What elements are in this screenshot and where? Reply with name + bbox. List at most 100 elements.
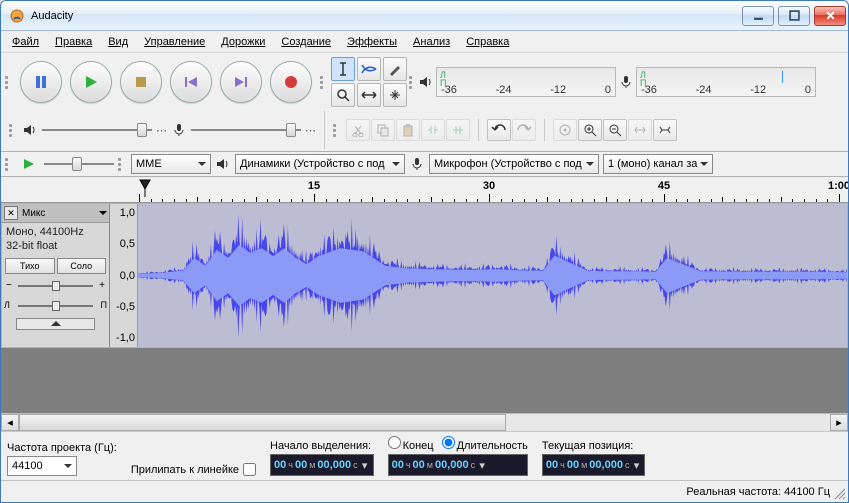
resize-grip[interactable]	[833, 487, 847, 501]
menu-file[interactable]: Файл	[5, 34, 46, 50]
skip-end-button[interactable]	[220, 61, 262, 103]
toolbar-row-1: Л П -36 -24 -12 0 Л П -36 -24 -12 0	[1, 53, 848, 152]
grip-mixer[interactable]	[9, 111, 15, 149]
snap-label: Прилипать к линейке	[131, 464, 239, 476]
audio-position-label: Текущая позиция:	[542, 440, 646, 452]
device-toolbar: MME Динамики (Устройство с под Микрофон …	[1, 152, 848, 177]
stop-button[interactable]	[120, 61, 162, 103]
grip-transcription[interactable]	[5, 154, 11, 174]
grip-transport[interactable]	[5, 55, 11, 109]
track-row: ✕ Микс Моно, 44100Hz 32-bit float Тихо С…	[1, 203, 848, 348]
track-pan-slider[interactable]: Л П	[8, 298, 103, 314]
grip-tools[interactable]	[320, 55, 326, 109]
paste-button[interactable]	[396, 119, 420, 141]
track-menu-button[interactable]	[99, 211, 107, 219]
copy-button[interactable]	[371, 119, 395, 141]
grip-meters[interactable]	[409, 55, 415, 109]
speaker-icon	[418, 74, 434, 90]
statusbar: Реальная частота: 44100 Гц	[1, 480, 848, 502]
maximize-button[interactable]	[778, 6, 810, 26]
draw-tool[interactable]	[383, 57, 407, 81]
hscroll-left[interactable]: ◂	[1, 414, 19, 431]
selection-length-radio[interactable]: Длительность	[442, 436, 528, 452]
menu-effect[interactable]: Эффекты	[340, 34, 404, 50]
trim-button[interactable]	[421, 119, 445, 141]
track-control-panel: ✕ Микс Моно, 44100Hz 32-bit float Тихо С…	[2, 204, 110, 347]
menu-generate[interactable]: Создание	[274, 34, 338, 50]
track-gain-slider[interactable]: − +	[8, 278, 103, 294]
timeline-ruler[interactable]: 1530451:00	[1, 177, 848, 203]
zoom-tool[interactable]	[331, 83, 355, 107]
skip-start-button[interactable]	[170, 61, 212, 103]
multi-tool[interactable]	[383, 83, 407, 107]
zoom-out-button[interactable]	[603, 119, 627, 141]
track-close-button[interactable]: ✕	[4, 206, 18, 220]
output-device-dropdown[interactable]: Динамики (Устройство с под	[235, 154, 405, 174]
close-button[interactable]	[814, 6, 846, 26]
play-at-speed-button[interactable]	[18, 155, 40, 173]
track-collapse-button[interactable]	[16, 318, 95, 330]
actual-rate-label: Реальная частота: 44100 Гц	[686, 486, 830, 498]
meter-peak-indicator	[782, 71, 783, 83]
menu-tracks[interactable]: Дорожки	[214, 34, 272, 50]
output-device-icon	[215, 156, 231, 172]
track-name[interactable]: Микс	[20, 208, 97, 219]
tools-toolbar	[329, 55, 409, 109]
output-volume-slider[interactable]	[42, 120, 152, 140]
fit-selection-button[interactable]	[628, 119, 652, 141]
tracks-empty-area[interactable]	[1, 348, 848, 413]
input-device-icon	[409, 156, 425, 172]
selection-start-timecode[interactable]: 00ч 00м 00,000с ▾	[270, 454, 374, 476]
waveform-display[interactable]	[138, 204, 847, 347]
menubar: Файл Правка Вид Управление Дорожки Созда…	[1, 31, 848, 53]
selection-tool[interactable]	[331, 57, 355, 81]
transport-toolbar	[14, 57, 320, 107]
audio-position-timecode[interactable]: 00ч 00м 00,000с ▾	[542, 454, 646, 476]
track-format-label: Моно, 44100Hz 32-bit float	[2, 223, 109, 256]
solo-button[interactable]: Соло	[57, 258, 107, 274]
input-channels-dropdown[interactable]: 1 (моно) канал за	[603, 154, 713, 174]
fit-project-button[interactable]	[653, 119, 677, 141]
pause-button[interactable]	[20, 61, 62, 103]
vertical-scale[interactable]: 1,0 0,5 0,0 -0,5 -1,0	[110, 204, 138, 347]
menu-edit[interactable]: Правка	[48, 34, 99, 50]
hscroll-right[interactable]: ▸	[830, 414, 848, 431]
titlebar: Audacity	[1, 1, 848, 31]
grip-edit[interactable]	[333, 111, 339, 149]
selection-length-timecode[interactable]: 00ч 00м 00,000с ▾	[388, 454, 528, 476]
record-meter[interactable]: Л П -36 -24 -12 0	[636, 67, 816, 97]
silence-button[interactable]	[446, 119, 470, 141]
record-button[interactable]	[270, 61, 312, 103]
input-volume-slider[interactable]	[191, 120, 301, 140]
input-device-dropdown[interactable]: Микрофон (Устройство с под	[429, 154, 599, 174]
selection-start-label: Начало выделения:	[270, 440, 374, 452]
horizontal-scrollbar[interactable]: ◂ ▸	[1, 413, 848, 431]
cut-button[interactable]	[346, 119, 370, 141]
menu-view[interactable]: Вид	[101, 34, 135, 50]
redo-button[interactable]	[512, 119, 536, 141]
hscroll-thumb[interactable]	[19, 414, 506, 431]
audio-host-dropdown[interactable]: MME	[131, 154, 211, 174]
snap-checkbox[interactable]	[243, 463, 256, 476]
timeshift-tool[interactable]	[357, 83, 381, 107]
playback-speed-slider[interactable]	[44, 154, 114, 174]
selection-toolbar: Частота проекта (Гц): 44100 Прилипать к …	[1, 431, 848, 480]
sync-lock-button[interactable]	[553, 119, 577, 141]
mute-button[interactable]: Тихо	[5, 258, 55, 274]
menu-analyze[interactable]: Анализ	[406, 34, 457, 50]
menu-transport[interactable]: Управление	[137, 34, 212, 50]
grip-device[interactable]	[118, 154, 124, 174]
playback-meter[interactable]: Л П -36 -24 -12 0	[436, 67, 616, 97]
project-rate-label: Частота проекта (Гц):	[7, 442, 117, 454]
menu-help[interactable]: Справка	[459, 34, 516, 50]
selection-end-radio[interactable]: Конец	[388, 436, 434, 452]
minimize-button[interactable]	[742, 6, 774, 26]
input-volume-icon	[171, 122, 187, 138]
play-button[interactable]	[70, 61, 112, 103]
envelope-tool[interactable]	[357, 57, 381, 81]
app-icon	[9, 8, 25, 24]
zoom-in-button[interactable]	[578, 119, 602, 141]
project-rate-dropdown[interactable]: 44100	[7, 456, 77, 476]
output-volume-icon	[22, 122, 38, 138]
undo-button[interactable]	[487, 119, 511, 141]
